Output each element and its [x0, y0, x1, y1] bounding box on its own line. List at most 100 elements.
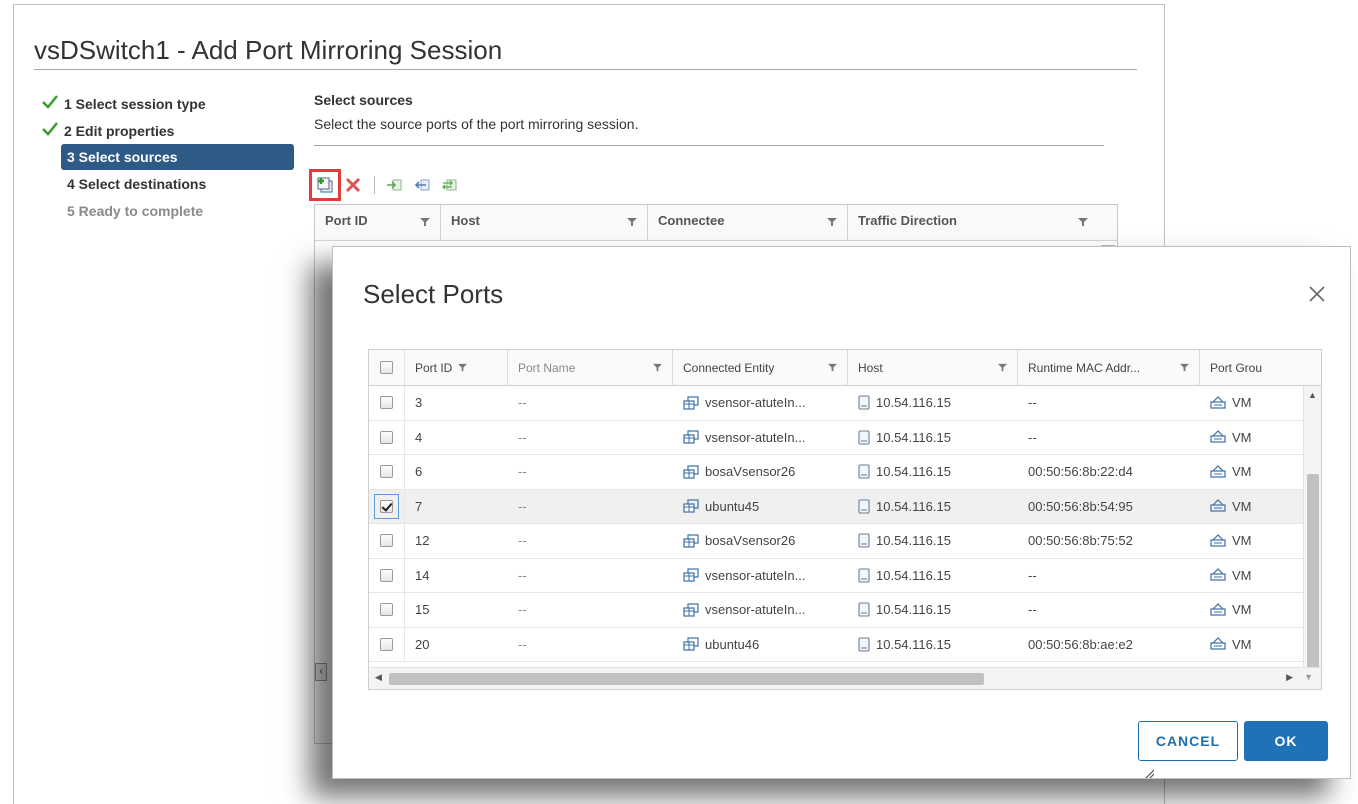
scroll-up-arrow[interactable]: ▲ — [1308, 390, 1317, 400]
connected-entity-cell[interactable]: bosaVsensor26 — [673, 524, 848, 558]
move-both-button[interactable] — [439, 174, 461, 196]
connected-entity-cell[interactable]: vsensor-atuteIn... — [673, 386, 848, 420]
entity-link[interactable]: vsensor-atuteIn... — [705, 568, 805, 583]
resize-handle-icon[interactable] — [1144, 768, 1154, 778]
table-row[interactable]: 6 -- bosaVsensor26 10.54.116.15 00:50:56:8b:… — [369, 455, 1321, 490]
scrollbar-thumb[interactable] — [1307, 474, 1319, 674]
column-runtime-mac[interactable]: Runtime MAC Addr... — [1018, 350, 1200, 385]
checkbox-cell[interactable] — [369, 489, 405, 523]
remove-button[interactable] — [342, 174, 364, 196]
host-link[interactable]: 10.54.116.15 — [876, 602, 951, 617]
filter-icon[interactable] — [828, 363, 837, 372]
entity-link[interactable]: ubuntu45 — [705, 499, 759, 514]
host-cell[interactable]: 10.54.116.15 — [848, 524, 1018, 558]
select-all-checkbox[interactable] — [380, 361, 393, 374]
host-cell[interactable]: 10.54.116.15 — [848, 455, 1018, 489]
port-group-cell[interactable]: VM — [1200, 386, 1320, 420]
host-link[interactable]: 10.54.116.15 — [876, 637, 951, 652]
ok-button[interactable]: OK — [1244, 721, 1328, 761]
move-out-button[interactable] — [411, 174, 433, 196]
host-cell[interactable]: 10.54.116.15 — [848, 490, 1018, 524]
add-ports-button[interactable] — [309, 169, 341, 201]
filter-icon[interactable] — [458, 363, 467, 372]
host-link[interactable]: 10.54.116.15 — [876, 533, 951, 548]
select-all-cell[interactable] — [369, 350, 405, 385]
row-checkbox[interactable] — [380, 637, 393, 651]
checkbox-cell[interactable] — [369, 627, 405, 661]
connected-entity-cell[interactable]: vsensor-atuteIn... — [673, 593, 848, 627]
column-host[interactable]: Host — [848, 350, 1018, 385]
row-checkbox[interactable] — [380, 396, 393, 410]
entity-link[interactable]: bosaVsensor26 — [705, 533, 795, 548]
row-checkbox[interactable] — [380, 499, 393, 513]
column-port-name[interactable]: Port Name — [508, 350, 673, 385]
table-row[interactable]: 7 -- ubuntu45 10.54.116.15 00:50:56:8b:54:95… — [369, 489, 1321, 524]
move-in-button[interactable] — [383, 174, 405, 196]
column-host[interactable]: Host — [441, 205, 648, 240]
row-checkbox[interactable] — [380, 465, 393, 479]
checkbox-cell[interactable] — [369, 455, 405, 489]
checkbox-cell[interactable] — [369, 524, 405, 558]
scroll-left-arrow[interactable]: ◀ — [375, 672, 382, 683]
column-connectee[interactable]: Connectee — [648, 205, 848, 240]
port-group-link[interactable]: VM — [1232, 430, 1252, 445]
close-button[interactable] — [1306, 283, 1328, 305]
entity-link[interactable]: vsensor-atuteIn... — [705, 602, 805, 617]
port-group-link[interactable]: VM — [1232, 602, 1252, 617]
host-link[interactable]: 10.54.116.15 — [876, 430, 951, 445]
filter-icon[interactable] — [998, 363, 1007, 372]
port-group-cell[interactable]: VM — [1200, 524, 1320, 558]
table-row[interactable]: 20 -- ubuntu46 10.54.116.15 00:50:56:8b:ae:e… — [369, 627, 1321, 662]
step-select-sources[interactable]: 3 Select sources — [61, 144, 294, 170]
checkbox-cell[interactable] — [369, 420, 405, 454]
port-group-cell[interactable]: VM — [1200, 593, 1320, 627]
step-select-destinations[interactable]: 4 Select destinations — [39, 170, 294, 197]
checkbox-cell[interactable] — [369, 593, 405, 627]
scroll-left-arrow[interactable]: ‹ — [315, 663, 327, 681]
host-cell[interactable]: 10.54.116.15 — [848, 386, 1018, 420]
entity-link[interactable]: vsensor-atuteIn... — [705, 395, 805, 410]
host-cell[interactable]: 10.54.116.15 — [848, 421, 1018, 455]
scroll-right-arrow[interactable]: ▶ — [1286, 672, 1293, 683]
filter-icon[interactable] — [653, 363, 662, 372]
connected-entity-cell[interactable]: bosaVsensor26 — [673, 455, 848, 489]
port-group-link[interactable]: VM — [1232, 464, 1252, 479]
port-group-link[interactable]: VM — [1232, 499, 1252, 514]
host-cell[interactable]: 10.54.116.15 — [848, 559, 1018, 593]
row-checkbox[interactable] — [380, 568, 393, 582]
filter-icon[interactable] — [1180, 363, 1189, 372]
row-checkbox[interactable] — [380, 534, 393, 548]
host-link[interactable]: 10.54.116.15 — [876, 568, 951, 583]
port-group-cell[interactable]: VM — [1200, 628, 1320, 662]
entity-link[interactable]: bosaVsensor26 — [705, 464, 795, 479]
port-group-link[interactable]: VM — [1232, 637, 1252, 652]
table-row[interactable]: 14 -- vsensor-atuteIn... 10.54.116.15 -- VM — [369, 558, 1321, 593]
step-edit-properties[interactable]: 2 Edit properties — [39, 117, 294, 144]
scroll-down-arrow[interactable]: ▼ — [1304, 672, 1313, 682]
port-group-cell[interactable]: VM — [1200, 490, 1320, 524]
vertical-scrollbar[interactable]: ▲ — [1303, 386, 1321, 674]
table-row[interactable]: 12 -- bosaVsensor26 10.54.116.15 00:50:56:8b… — [369, 524, 1321, 559]
filter-icon[interactable] — [420, 217, 430, 227]
port-group-cell[interactable]: VM — [1200, 421, 1320, 455]
table-row[interactable]: 4 -- vsensor-atuteIn... 10.54.116.15 -- VM — [369, 420, 1321, 455]
filter-icon[interactable] — [1078, 217, 1088, 227]
host-cell[interactable]: 10.54.116.15 — [848, 628, 1018, 662]
port-group-cell[interactable]: VM — [1200, 559, 1320, 593]
connected-entity-cell[interactable]: vsensor-atuteIn... — [673, 421, 848, 455]
column-port-group[interactable]: Port Grou — [1200, 350, 1320, 385]
connected-entity-cell[interactable]: ubuntu45 — [673, 490, 848, 524]
port-group-link[interactable]: VM — [1232, 533, 1252, 548]
table-row[interactable]: 15 -- vsensor-atuteIn... 10.54.116.15 -- VM — [369, 593, 1321, 628]
host-link[interactable]: 10.54.116.15 — [876, 395, 951, 410]
cancel-button[interactable]: CANCEL — [1138, 721, 1238, 761]
filter-icon[interactable] — [627, 217, 637, 227]
scrollbar-thumb[interactable] — [389, 673, 984, 685]
entity-link[interactable]: ubuntu46 — [705, 637, 759, 652]
port-group-link[interactable]: VM — [1232, 568, 1252, 583]
host-link[interactable]: 10.54.116.15 — [876, 499, 951, 514]
column-port-id[interactable]: Port ID — [405, 350, 508, 385]
filter-icon[interactable] — [827, 217, 837, 227]
row-checkbox[interactable] — [380, 430, 393, 444]
step-select-session-type[interactable]: 1 Select session type — [39, 90, 294, 117]
